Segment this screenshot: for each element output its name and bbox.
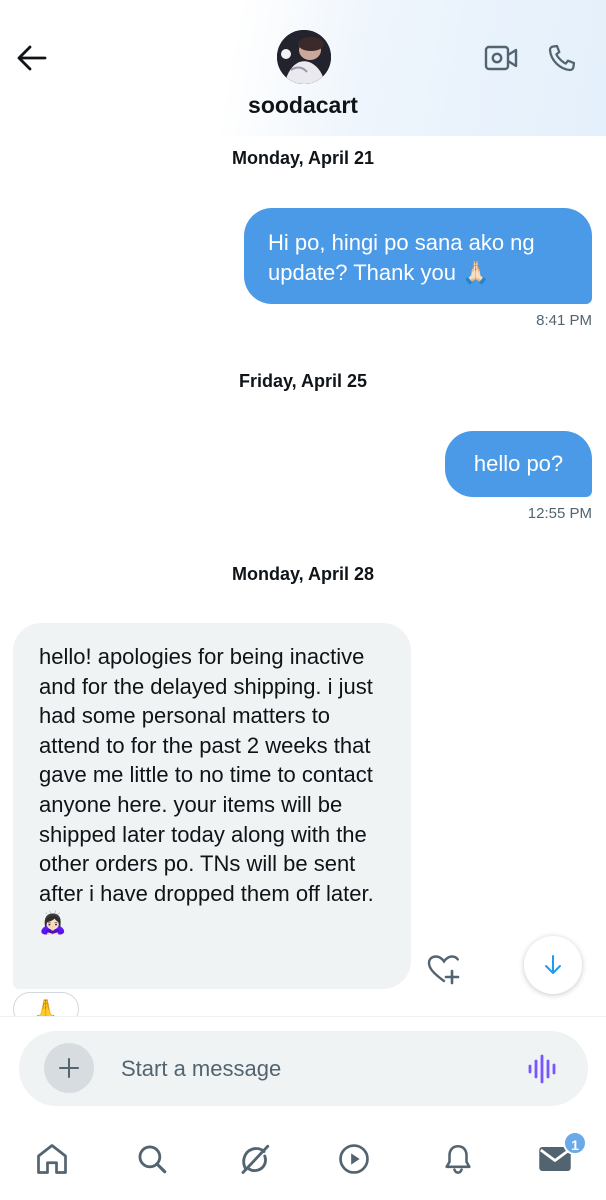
search-icon: [138, 1145, 167, 1174]
scroll-to-bottom-button[interactable]: [524, 936, 582, 994]
outgoing-message[interactable]: hello po?: [445, 431, 592, 497]
grok-icon: [241, 1144, 270, 1174]
incoming-message[interactable]: hello! apologies for being inactive and …: [13, 623, 411, 989]
plus-icon: [59, 1058, 79, 1078]
nav-notifications[interactable]: [433, 1134, 483, 1184]
video-call-button[interactable]: [482, 40, 520, 76]
message-timestamp: 8:41 PM: [536, 312, 592, 329]
audio-waveform-icon: [528, 1054, 556, 1084]
nav-grok[interactable]: [230, 1134, 280, 1184]
video-camera-icon: [484, 45, 518, 71]
outgoing-message[interactable]: Hi po, hingi po sana ako ng update? Than…: [244, 208, 592, 304]
arrow-down-icon: [545, 955, 561, 974]
voice-call-button[interactable]: [542, 38, 582, 78]
nav-video[interactable]: [329, 1134, 379, 1184]
date-separator: Friday, April 25: [238, 371, 368, 391]
attach-button[interactable]: [44, 1043, 94, 1093]
nav-home[interactable]: [27, 1134, 77, 1184]
conversation-username[interactable]: soodacart: [0, 92, 606, 119]
video-icon: [339, 1144, 369, 1174]
bottom-navigation: [0, 1122, 606, 1200]
message-composer: [19, 1031, 588, 1106]
avatar[interactable]: [277, 30, 331, 84]
notifications-icon: [445, 1144, 471, 1174]
arrow-left-icon: [17, 45, 47, 71]
message-timestamp: 12:55 PM: [527, 505, 592, 522]
messages-badge: 1: [563, 1131, 587, 1155]
nav-search[interactable]: [127, 1134, 177, 1184]
heart-plus-icon: [427, 955, 460, 985]
voice-message-button[interactable]: [525, 1051, 561, 1087]
date-separator: Monday, April 28: [231, 564, 375, 584]
home-icon: [37, 1144, 67, 1174]
conversation-header: soodacart: [0, 0, 606, 136]
phone-icon: [548, 44, 576, 72]
back-button[interactable]: [14, 40, 50, 76]
message-input[interactable]: [121, 1031, 501, 1106]
date-separator: Monday, April 21: [231, 148, 375, 168]
add-reaction-button[interactable]: [424, 950, 464, 990]
